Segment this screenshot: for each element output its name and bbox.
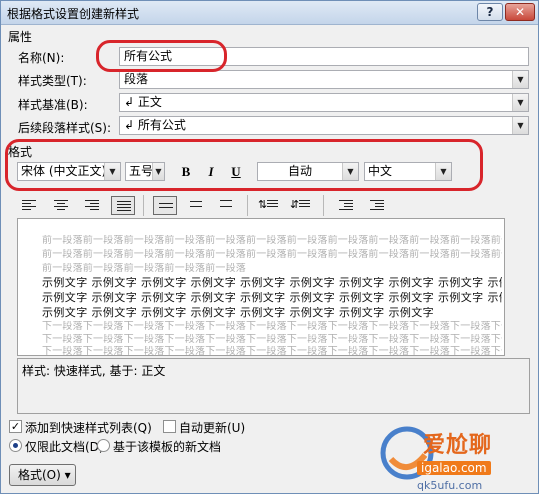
style-based-select[interactable]: ↲ 正文 ▼ [119, 93, 529, 112]
style-type-value: 段落 [124, 72, 149, 86]
chevron-down-icon[interactable]: ▼ [512, 71, 528, 88]
size-value: 五号 [129, 164, 154, 178]
template-label: 基于该模板的新文档 [113, 440, 222, 454]
decrease-indent-button[interactable] [334, 196, 358, 215]
style-based-label: 样式基准(B): [18, 98, 88, 112]
chevron-down-icon[interactable]: ▼ [342, 163, 358, 180]
space-before-icon: ⇅ [258, 198, 268, 211]
language-value: 中文 [368, 164, 393, 178]
bold-button[interactable]: B [176, 162, 196, 181]
line-spacing-onehalf-button[interactable] [185, 196, 209, 215]
font-value: 宋体 (中文正文) [21, 164, 107, 178]
toolbar-divider [143, 195, 144, 216]
dialog-window: 根据格式设置创建新样式 ? ✕ 属性 名称(N): 所有公式 样式类型(T): … [0, 0, 539, 494]
line-spacing-single-icon [159, 203, 173, 211]
watermark-text: 爱尬聊 [423, 433, 493, 458]
window-title: 根据格式设置创建新样式 [7, 7, 140, 21]
style-preview: 前一段落前一段落前一段落前一段落前一段落前一段落前一段落前一段落前一段落前一段落… [17, 218, 505, 356]
watermark-sub: qk5ufu.com [417, 479, 483, 492]
title-bar[interactable]: 根据格式设置创建新样式 ? ✕ [1, 1, 538, 25]
watermark-url: igalao.com [417, 461, 491, 475]
help-button[interactable]: ? [477, 3, 503, 21]
chevron-down-icon[interactable]: ▼ [512, 94, 528, 111]
font-select[interactable]: 宋体 (中文正文) ▼ [17, 162, 121, 181]
line-spacing-single-button[interactable] [153, 196, 177, 215]
preview-prev-line: 前一段落前一段落前一段落前一段落前一段落前一段落前一段落前一段落前一段落前一段落… [42, 249, 502, 260]
increase-indent-button[interactable] [365, 196, 389, 215]
next-style-select[interactable]: ↲ 所有公式 ▼ [119, 116, 529, 135]
language-select[interactable]: 中文 ▼ [364, 162, 452, 181]
justify-button[interactable] [111, 196, 135, 215]
decrease-indent-icon [339, 200, 353, 212]
style-based-value: ↲ 正文 [124, 95, 162, 109]
preview-sample-line: 示例文字 示例文字 示例文字 示例文字 示例文字 示例文字 示例文字 示例文字 … [42, 292, 502, 304]
preview-next-line: 下一段落下一段落下一段落下一段落下一段落下一段落下一段落下一段落下一段落下一段落… [42, 321, 502, 332]
checkmark-icon: ✓ [10, 420, 21, 433]
this-document-label: 仅限此文档(D) [25, 440, 104, 454]
justify-icon [117, 201, 131, 213]
chevron-down-icon[interactable]: ▼ [435, 163, 451, 180]
style-description: 样式: 快速样式, 基于: 正文 [17, 358, 530, 414]
chevron-down-icon[interactable]: ▼ [512, 117, 528, 134]
properties-section-label: 属性 [8, 30, 33, 44]
space-before-button[interactable]: ⇅ [257, 196, 281, 215]
align-center-button[interactable] [49, 196, 73, 215]
increase-indent-icon [370, 200, 384, 212]
preview-next-line: 下一段落下一段落下一段落下一段落下一段落下一段落下一段落下一段落下一段落下一段落… [42, 334, 502, 345]
space-after-icon: ⇵ [290, 198, 300, 211]
next-style-label: 后续段落样式(S): [18, 121, 112, 135]
toolbar-divider [323, 195, 324, 216]
align-right-button[interactable] [80, 196, 104, 215]
align-right-icon [85, 200, 99, 212]
line-spacing-onehalf-icon [190, 201, 204, 211]
template-radio[interactable] [97, 439, 110, 452]
style-type-label: 样式类型(T): [18, 74, 87, 88]
underline-button[interactable]: U [226, 162, 246, 181]
line-spacing-double-button[interactable] [215, 196, 239, 215]
add-quick-style-label: 添加到快速样式列表(Q) [25, 421, 152, 435]
close-button[interactable]: ✕ [505, 3, 535, 21]
line-spacing-double-icon [220, 200, 234, 212]
toolbar-divider [247, 195, 248, 216]
next-style-value: ↲ 所有公式 [124, 118, 186, 132]
align-left-icon [22, 200, 36, 212]
format-section-label: 格式 [8, 145, 33, 159]
align-left-button[interactable] [17, 196, 41, 215]
preview-sample-line: 示例文字 示例文字 示例文字 示例文字 示例文字 示例文字 示例文字 示例文字 [42, 307, 435, 319]
chevron-down-icon[interactable]: ▼ [104, 163, 120, 180]
chevron-down-icon[interactable]: ▼ [152, 163, 164, 180]
auto-update-label: 自动更新(U) [179, 421, 246, 435]
italic-button[interactable]: I [201, 162, 221, 181]
site-watermark: 爱尬聊 igalao.com qk5ufu.com [377, 419, 538, 494]
align-center-icon [54, 200, 68, 212]
space-after-button[interactable]: ⇵ [289, 196, 313, 215]
radio-dot-icon [13, 443, 18, 448]
name-field[interactable]: 所有公式 [119, 47, 529, 66]
size-select[interactable]: 五号 ▼ [125, 162, 165, 181]
this-document-radio[interactable] [9, 439, 22, 452]
font-color-value: 自动 [288, 164, 313, 178]
auto-update-checkbox[interactable] [163, 420, 176, 433]
preview-prev-line: 前一段落前一段落前一段落前一段落前一段落前一段落前一段落前一段落前一段落前一段落… [42, 235, 502, 246]
preview-next-line: 下一段落下一段落下一段落下一段落下一段落下一段落下一段落下一段落下一段落下一段落… [42, 346, 502, 356]
name-label: 名称(N): [18, 51, 65, 65]
font-color-select[interactable]: 自动 ▼ [257, 162, 359, 181]
style-type-select[interactable]: 段落 ▼ [119, 70, 529, 89]
format-menu-button[interactable]: 格式(O) ▾ [9, 464, 76, 486]
add-quick-style-checkbox[interactable]: ✓ [9, 420, 22, 433]
preview-prev-line: 前一段落前一段落前一段落前一段落前一段落 [42, 263, 246, 274]
preview-sample-line: 示例文字 示例文字 示例文字 示例文字 示例文字 示例文字 示例文字 示例文字 … [42, 277, 502, 289]
